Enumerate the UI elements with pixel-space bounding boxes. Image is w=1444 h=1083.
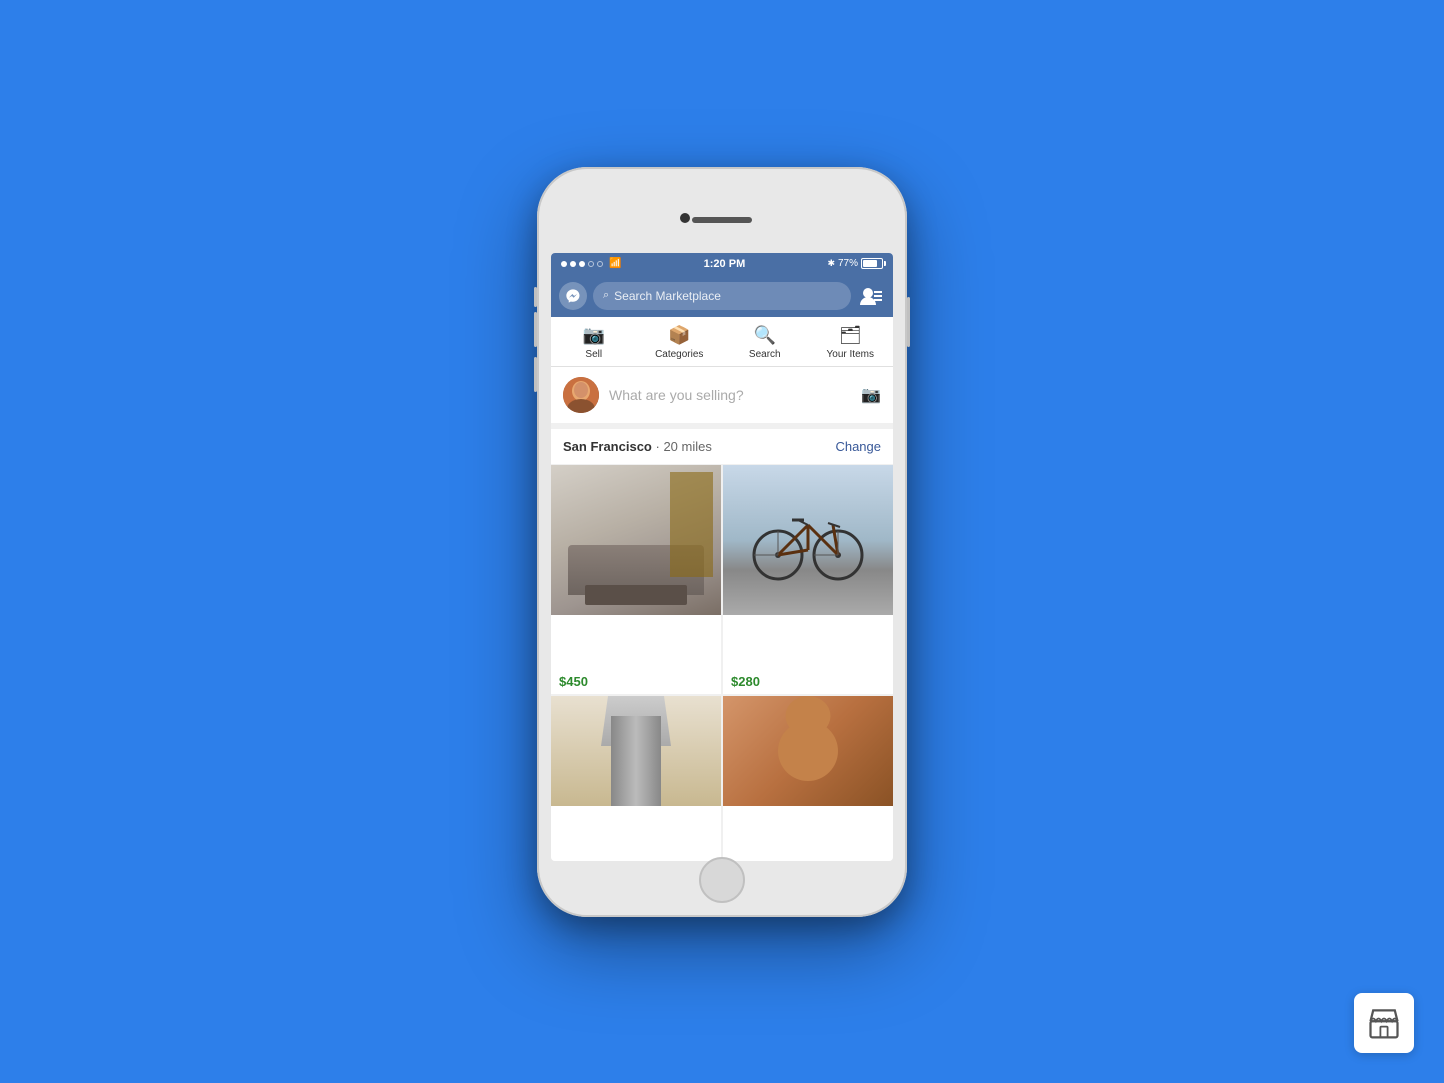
- messenger-button[interactable]: [559, 282, 587, 310]
- bluetooth-icon: ✱: [827, 258, 835, 269]
- tab-your-items-label: Your Items: [827, 349, 874, 360]
- volume-down-button: [534, 357, 537, 392]
- categories-icon: 📦: [668, 325, 690, 346]
- speaker: [692, 217, 752, 223]
- camera-icon: 📷: [861, 385, 881, 405]
- search-placeholder-text: Search Marketplace: [614, 289, 721, 303]
- signal-dot-2: [570, 261, 576, 267]
- battery-percent: 77%: [838, 258, 858, 269]
- teddy-image: [723, 696, 893, 861]
- search-tab-icon: 🔍: [754, 325, 776, 346]
- teddy-background: [723, 696, 893, 806]
- location-bar: San Francisco · 20 miles Change: [551, 429, 893, 465]
- profile-icon: [860, 287, 882, 305]
- bike-background: [723, 465, 893, 615]
- phone-device: 📶 1:20 PM ✱ 77% ⌕ Search Marketplace: [537, 167, 907, 917]
- front-camera: [680, 213, 690, 223]
- sell-input[interactable]: What are you selling?: [609, 387, 851, 403]
- search-icon: ⌕: [603, 289, 609, 302]
- listings-grid: $450: [551, 465, 893, 861]
- lamp-background: [551, 696, 721, 806]
- your-items-icon: 🗂: [839, 325, 862, 346]
- home-button[interactable]: [699, 857, 745, 903]
- lamp-image: [551, 696, 721, 861]
- volume-up-button: [534, 312, 537, 347]
- user-avatar: [563, 377, 599, 413]
- signal-dot-3: [579, 261, 585, 267]
- battery-fill: [863, 260, 877, 267]
- listing-item-teddy[interactable]: [723, 696, 893, 861]
- profile-button[interactable]: [857, 282, 885, 310]
- sell-area[interactable]: What are you selling? 📷: [551, 367, 893, 429]
- signal-dot-5: [597, 261, 603, 267]
- signal-area: 📶: [561, 258, 621, 269]
- marketplace-icon: [1366, 1005, 1402, 1041]
- tab-categories[interactable]: 📦 Categories: [637, 325, 723, 360]
- location-name: San Francisco: [563, 439, 652, 454]
- status-time: 1:20 PM: [704, 258, 746, 270]
- bike-price: $280: [723, 669, 893, 694]
- phone-top-hardware: [537, 167, 907, 253]
- status-bar: 📶 1:20 PM ✱ 77%: [551, 253, 893, 275]
- signal-dot-1: [561, 261, 567, 267]
- silent-button: [534, 287, 537, 307]
- avatar-svg: [563, 377, 599, 413]
- location-miles: · 20 miles: [656, 439, 712, 454]
- sell-icon: 📷: [583, 325, 605, 346]
- listing-item-lamp[interactable]: [551, 696, 721, 861]
- listing-item-bike[interactable]: $280: [723, 465, 893, 695]
- bookshelf-decoration: [670, 472, 713, 577]
- sofa-background: [551, 465, 721, 615]
- tab-search[interactable]: 🔍 Search: [722, 325, 808, 360]
- status-right-area: ✱ 77%: [827, 258, 883, 269]
- teddy-body: [778, 721, 838, 781]
- messenger-icon: [565, 288, 581, 304]
- change-location-button[interactable]: Change: [835, 439, 881, 454]
- search-bar[interactable]: ⌕ Search Marketplace: [593, 282, 851, 310]
- location-text: San Francisco · 20 miles: [563, 439, 712, 454]
- sofa-image: [551, 465, 721, 670]
- tab-sell-label: Sell: [585, 349, 602, 360]
- signal-dot-4: [588, 261, 594, 267]
- tab-search-label: Search: [749, 349, 781, 360]
- tab-bar: 📷 Sell 📦 Categories 🔍 Search 🗂 Your Item…: [551, 317, 893, 367]
- bike-image: [723, 465, 893, 670]
- power-button: [907, 297, 910, 347]
- battery-icon: [861, 258, 883, 269]
- app-header: ⌕ Search Marketplace: [551, 275, 893, 317]
- tab-your-items[interactable]: 🗂 Your Items: [808, 325, 894, 360]
- avatar-image: [563, 377, 599, 413]
- bike-svg: [748, 495, 868, 585]
- tab-categories-label: Categories: [655, 349, 703, 360]
- sofa-price: $450: [551, 669, 721, 694]
- teddy-head: [786, 696, 831, 736]
- listing-item-sofa[interactable]: $450: [551, 465, 721, 695]
- tab-sell[interactable]: 📷 Sell: [551, 325, 637, 360]
- marketplace-fab-icon[interactable]: [1354, 993, 1414, 1053]
- phone-screen: 📶 1:20 PM ✱ 77% ⌕ Search Marketplace: [551, 253, 893, 861]
- lamp-base: [611, 716, 661, 806]
- wifi-icon: 📶: [609, 258, 621, 269]
